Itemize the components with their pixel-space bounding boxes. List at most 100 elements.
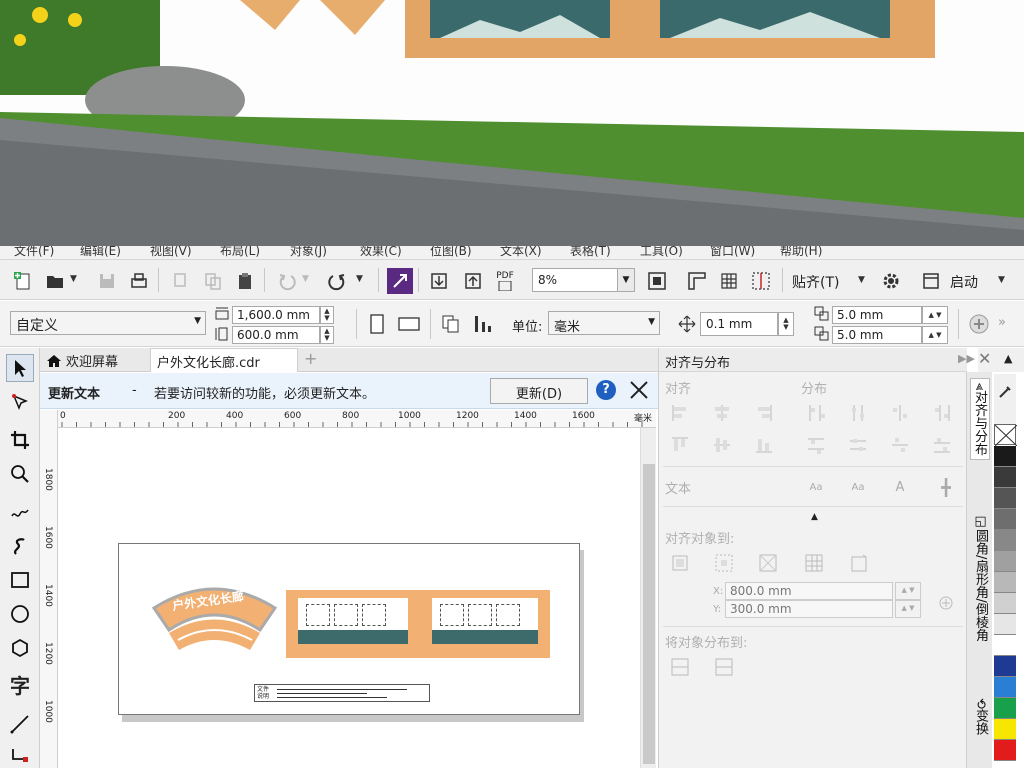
distribute-to-selection-icon[interactable] [669, 656, 691, 678]
color-swatch[interactable] [994, 719, 1016, 740]
show-grid-icon[interactable] [716, 268, 742, 294]
distribute-bottom-icon[interactable] [931, 434, 953, 456]
connector-tool-icon[interactable] [6, 742, 34, 768]
menu-item-object[interactable]: 对象(J) [290, 246, 327, 259]
menu-item-layout[interactable]: 布局(L) [220, 246, 260, 259]
menu-item-table[interactable]: 表格(T) [570, 246, 611, 259]
show-guidelines-icon[interactable] [748, 268, 774, 294]
units-select[interactable]: 毫米 ▼ [548, 311, 660, 335]
new-document-icon[interactable] [10, 268, 36, 294]
color-swatch[interactable] [994, 614, 1016, 635]
import-icon[interactable] [426, 268, 452, 294]
color-swatch[interactable] [994, 509, 1016, 530]
corel-connect-icon[interactable] [387, 268, 413, 294]
color-swatch[interactable] [994, 530, 1016, 551]
page-width-spinner[interactable]: ▲ ▼ [320, 306, 334, 324]
current-page-icon[interactable] [470, 311, 496, 337]
distribute-center-icon[interactable] [847, 402, 869, 424]
color-swatch[interactable] [994, 635, 1016, 656]
copy-icon[interactable] [200, 268, 226, 294]
shape-tool-icon[interactable] [6, 388, 34, 416]
color-swatch[interactable] [994, 572, 1016, 593]
chevron-down-icon[interactable]: ▼ [356, 274, 363, 284]
color-swatch[interactable] [994, 698, 1016, 719]
update-text-button[interactable]: 更新(D) [490, 378, 588, 404]
align-to-active-object-icon[interactable] [669, 552, 691, 574]
menu-item-edit[interactable]: 编辑(E) [80, 246, 121, 259]
sidetab-align-distribute[interactable]: ⫷对齐与分布 [970, 378, 990, 461]
menu-item-view[interactable]: 视图(V) [150, 246, 192, 259]
eyedropper-icon[interactable] [997, 384, 1013, 400]
launch-app-icon[interactable] [918, 268, 944, 294]
parallel-dimension-tool-icon[interactable] [6, 710, 34, 738]
x-position-spinner[interactable]: ▲ ▼ [895, 582, 921, 600]
align-to-page-center-icon[interactable] [757, 552, 779, 574]
paste-icon[interactable] [232, 268, 258, 294]
duplicate-x-spinner[interactable]: ▲ ▼ [922, 306, 948, 324]
zoom-dropdown-button[interactable]: ▼ [617, 268, 635, 292]
menu-item-tools[interactable]: 工具(O) [640, 246, 683, 259]
duplicate-y-spinner[interactable]: ▲ ▼ [922, 326, 948, 344]
chevron-down-icon[interactable]: ▼ [302, 274, 309, 284]
text-tool-icon[interactable]: 字 [6, 670, 34, 698]
color-swatch[interactable] [994, 593, 1016, 614]
chevron-down-icon[interactable]: ▼ [998, 275, 1005, 285]
page-height-field[interactable]: 600.0 mm [232, 326, 320, 344]
distribute-spacing-horizontal-icon[interactable] [889, 402, 911, 424]
redo-icon[interactable] [324, 268, 350, 294]
drawing-canvas[interactable]: 户外文化长廊 文件说明 [58, 428, 656, 768]
page-preset-select[interactable]: 自定义 ▼ [10, 311, 206, 335]
tab-document[interactable]: 户外文化长廊.cdr [150, 348, 298, 372]
all-pages-icon[interactable] [438, 311, 464, 337]
gallery-panel[interactable] [420, 590, 550, 658]
color-swatch[interactable] [994, 551, 1016, 572]
align-center-horizontal-icon[interactable] [711, 402, 733, 424]
color-swatch[interactable] [994, 467, 1016, 488]
chevron-down-icon[interactable]: ▼ [858, 275, 865, 285]
distribute-spacing-vertical-icon[interactable] [889, 434, 911, 456]
undo-icon[interactable] [274, 268, 300, 294]
distribute-middle-icon[interactable] [847, 434, 869, 456]
crop-tool-icon[interactable] [6, 426, 34, 454]
polygon-tool-icon[interactable] [6, 634, 34, 662]
snap-to-menu[interactable]: 贴齐(T) [792, 272, 839, 292]
text-bounding-box-icon[interactable]: A [889, 476, 911, 498]
sidetab-transform[interactable]: ⟲变换 [970, 694, 990, 739]
menu-item-help[interactable]: 帮助(H) [780, 246, 822, 259]
distribute-left-icon[interactable] [805, 402, 827, 424]
freehand-tool-icon[interactable] [6, 498, 34, 526]
chevron-down-icon[interactable]: ▼ [70, 274, 77, 284]
tab-welcome-screen[interactable]: 欢迎屏幕 [40, 348, 148, 372]
text-last-line-baseline-icon[interactable]: Aa [847, 476, 869, 498]
menu-item-effects[interactable]: 效果(C) [360, 246, 402, 259]
collapse-up-icon[interactable]: ▲ [811, 512, 818, 522]
ellipse-tool-icon[interactable] [6, 600, 34, 628]
duplicate-y-field[interactable]: 5.0 mm [832, 326, 922, 344]
show-rulers-icon[interactable] [684, 268, 710, 294]
docker-close-icon[interactable]: ✕ [978, 349, 991, 368]
align-to-grid-icon[interactable] [803, 552, 825, 574]
nudge-distance-spinner[interactable]: ▲ ▼ [778, 312, 794, 336]
color-swatch[interactable] [994, 446, 1016, 467]
align-to-page-edge-icon[interactable] [713, 552, 735, 574]
save-icon[interactable] [94, 268, 120, 294]
add-quick-customize-icon[interactable] [966, 311, 992, 337]
align-to-specified-point-icon[interactable] [849, 552, 871, 574]
vertical-ruler[interactable]: 1800 1600 1400 1200 1000 [40, 410, 58, 768]
y-position-field[interactable]: 300.0 mm [725, 600, 893, 618]
zoom-level-field[interactable]: 8% [532, 268, 618, 292]
close-icon[interactable] [628, 379, 650, 401]
page-width-field[interactable]: 1,600.0 mm [232, 306, 320, 324]
artistic-media-tool-icon[interactable] [6, 532, 34, 560]
full-screen-icon[interactable] [644, 268, 670, 294]
x-position-field[interactable]: 800.0 mm [725, 582, 893, 600]
options-gear-icon[interactable] [878, 268, 904, 294]
align-top-icon[interactable] [669, 434, 691, 456]
rectangle-tool-icon[interactable] [6, 566, 34, 594]
color-swatch[interactable] [994, 656, 1016, 677]
align-left-icon[interactable] [669, 402, 691, 424]
launch-menu[interactable]: 启动 [950, 272, 978, 292]
text-outline-icon[interactable]: ╋ [935, 476, 957, 498]
gallery-panel[interactable] [286, 590, 420, 658]
scrollbar-thumb[interactable] [643, 464, 655, 764]
